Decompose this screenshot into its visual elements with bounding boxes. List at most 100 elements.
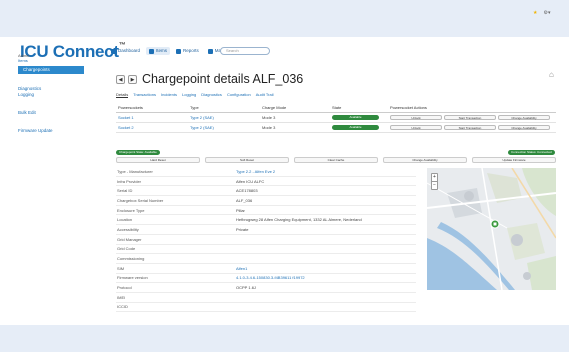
clear-cache-button[interactable]: Clear Cache bbox=[294, 157, 378, 163]
reports-icon bbox=[176, 48, 182, 54]
socket-cell: Socket 1 bbox=[116, 112, 188, 123]
tab-transactions[interactable]: Transactions bbox=[133, 92, 156, 98]
detail-value: OCPP 1.6J bbox=[236, 285, 256, 291]
chargepoint-actions: Hard Reset Soft Reset Clear Cache Change… bbox=[116, 157, 556, 163]
detail-label: Chargebox Serial Number bbox=[117, 197, 164, 203]
type-link[interactable]: Type 2 (SAE) bbox=[190, 115, 214, 120]
list-item: Accessibility Private bbox=[116, 225, 416, 235]
sidebar: Admin Items Chargepoints Diagnostics Log… bbox=[18, 53, 84, 134]
state-badge: Available bbox=[332, 115, 379, 120]
state-cell: Available bbox=[330, 122, 388, 133]
type-link[interactable]: Type 2 (SAE) bbox=[190, 125, 214, 130]
tab-audit-trail[interactable]: Audit Trail bbox=[256, 92, 274, 98]
table-row: Socket 2 Type 2 (SAE) Mode 3 Available U… bbox=[116, 122, 556, 133]
list-item: Location Hefbrugweg 28 Alfen Charging Equ… bbox=[116, 215, 416, 226]
change-availability-button[interactable]: Change Availability bbox=[383, 157, 467, 163]
nav-items[interactable]: Items bbox=[146, 47, 171, 55]
socket-cell: Socket 2 bbox=[116, 122, 188, 133]
tab-diagnostics[interactable]: Diagnostics bbox=[201, 92, 222, 98]
detail-label: Infra Provider bbox=[117, 178, 142, 184]
nav-label: Dashboard bbox=[118, 48, 141, 53]
tab-configuration[interactable]: Configuration bbox=[227, 92, 251, 98]
detail-label: Location bbox=[117, 217, 133, 223]
sidebar-item-chargepoints[interactable]: Chargepoints bbox=[18, 66, 84, 74]
unlock-button[interactable]: Unlock bbox=[390, 124, 442, 130]
detail-value: Private bbox=[236, 226, 249, 232]
change-availability-button[interactable]: Change Availability bbox=[498, 124, 550, 130]
actions-cell: Unlock Start Transaction Change Availabi… bbox=[388, 122, 556, 133]
change-availability-button[interactable]: Change Availability bbox=[498, 114, 550, 120]
nav-dashboard[interactable]: Dashboard bbox=[108, 47, 143, 55]
detail-label: Grid Manager bbox=[117, 236, 142, 242]
detail-label: Enclosure Type bbox=[117, 207, 145, 213]
detail-label: Firmware version bbox=[117, 275, 148, 281]
detail-value: Pillar bbox=[236, 207, 245, 213]
list-item: Protocol OCPP 1.6J bbox=[116, 283, 416, 293]
detail-value: ACE178803 bbox=[236, 188, 258, 194]
powersocket-table: Powersockets Type Charge Mode State Powe… bbox=[116, 104, 556, 133]
table-row: Socket 1 Type 2 (SAE) Mode 3 Available U… bbox=[116, 112, 556, 123]
list-item: Firmware version 4.1.0-3.4.6-150830.3-f4B… bbox=[116, 274, 416, 284]
home-icon[interactable]: ⌂ bbox=[549, 70, 554, 79]
sidebar-item-bulk-edit[interactable]: Bulk Edit bbox=[18, 110, 78, 116]
column-header: Powersockets bbox=[116, 104, 188, 113]
location-map[interactable] bbox=[427, 168, 556, 290]
mode-cell: Mode 3 bbox=[260, 122, 330, 133]
mode-cell: Mode 3 bbox=[260, 112, 330, 123]
socket-link[interactable]: Socket 2 bbox=[118, 125, 134, 130]
type-cell: Type 2 (SAE) bbox=[188, 122, 260, 133]
column-header: Powersocket Actions bbox=[388, 104, 556, 113]
tab-logging[interactable]: Logging bbox=[182, 92, 196, 98]
detail-label: Accessibility bbox=[117, 226, 139, 232]
gear-icon[interactable]: ⚙▾ bbox=[543, 10, 550, 16]
type-cell: Type 2 (SAE) bbox=[188, 112, 260, 123]
detail-value: Alfen ICU ALFC bbox=[236, 178, 265, 184]
list-item: ICCID bbox=[116, 303, 416, 313]
sidebar-item-firmware-update[interactable]: Firmware Update bbox=[18, 128, 78, 134]
tab-details[interactable]: Details bbox=[116, 92, 129, 98]
map-canvas[interactable] bbox=[427, 168, 556, 290]
list-item: Enclosure Type Pillar bbox=[116, 206, 416, 216]
detail-value: ALF_036 bbox=[236, 197, 253, 203]
nav-label: Items bbox=[156, 48, 168, 53]
detail-value-link[interactable]: Alfen1 bbox=[236, 266, 247, 271]
detail-label: Serial ID bbox=[117, 188, 133, 194]
search-input[interactable]: Search bbox=[220, 47, 270, 55]
state-badge: Available bbox=[332, 125, 379, 130]
star-icon[interactable]: ★ bbox=[533, 10, 537, 16]
nav-label: Reports bbox=[183, 48, 199, 53]
soft-reset-button[interactable]: Soft Reset bbox=[205, 157, 289, 163]
detail-value-link[interactable]: Type 2.2 - Alfen Eve 2 bbox=[236, 169, 275, 174]
start-transaction-button[interactable]: Start Transaction bbox=[444, 114, 496, 120]
items-icon bbox=[149, 48, 155, 54]
zoom-out-button[interactable]: − bbox=[432, 181, 437, 189]
forward-button[interactable]: ▶ bbox=[128, 74, 137, 84]
back-button[interactable]: ◀ bbox=[116, 74, 125, 84]
detail-label: ICCID bbox=[117, 304, 128, 310]
column-header: Type bbox=[188, 104, 260, 113]
actions-cell: Unlock Start Transaction Change Availabi… bbox=[388, 112, 556, 123]
sidebar-section-items[interactable]: Items bbox=[18, 58, 78, 63]
detail-label: Type - Manufacturer bbox=[117, 168, 153, 174]
detail-value-link[interactable]: 4.1.0-3.4.6-150830.3-f4B39611 f19972 bbox=[236, 275, 305, 280]
detail-label: IMEI bbox=[117, 294, 126, 300]
nav-reports[interactable]: Reports bbox=[173, 47, 202, 55]
list-item: SIM Alfen1 bbox=[116, 264, 416, 274]
hard-reset-button[interactable]: Hard Reset bbox=[116, 157, 200, 163]
detail-label: Protocol bbox=[117, 285, 132, 291]
update-firmware-button[interactable]: Update Firmware bbox=[472, 157, 556, 163]
sidebar-item-logging[interactable]: Logging bbox=[18, 92, 78, 98]
list-item: Infra Provider Alfen ICU ALFC bbox=[116, 177, 416, 187]
zoom-in-button[interactable]: + bbox=[432, 174, 437, 181]
list-item: Type - Manufacturer Type 2.2 - Alfen Eve … bbox=[116, 167, 416, 177]
start-transaction-button[interactable]: Start Transaction bbox=[444, 124, 496, 130]
connection-status-badge: Connection Status: Connected bbox=[508, 150, 555, 155]
list-item: Chargebox Serial Number ALF_036 bbox=[116, 196, 416, 206]
tab-incidents[interactable]: Incidents bbox=[161, 92, 177, 98]
socket-link[interactable]: Socket 1 bbox=[118, 115, 134, 120]
unlock-button[interactable]: Unlock bbox=[390, 114, 442, 120]
detail-label: SIM bbox=[117, 265, 125, 271]
detail-label: Commissioning bbox=[117, 256, 145, 262]
list-item: Grid Manager bbox=[116, 235, 416, 245]
table-header-row: Powersockets Type Charge Mode State Powe… bbox=[116, 104, 556, 113]
